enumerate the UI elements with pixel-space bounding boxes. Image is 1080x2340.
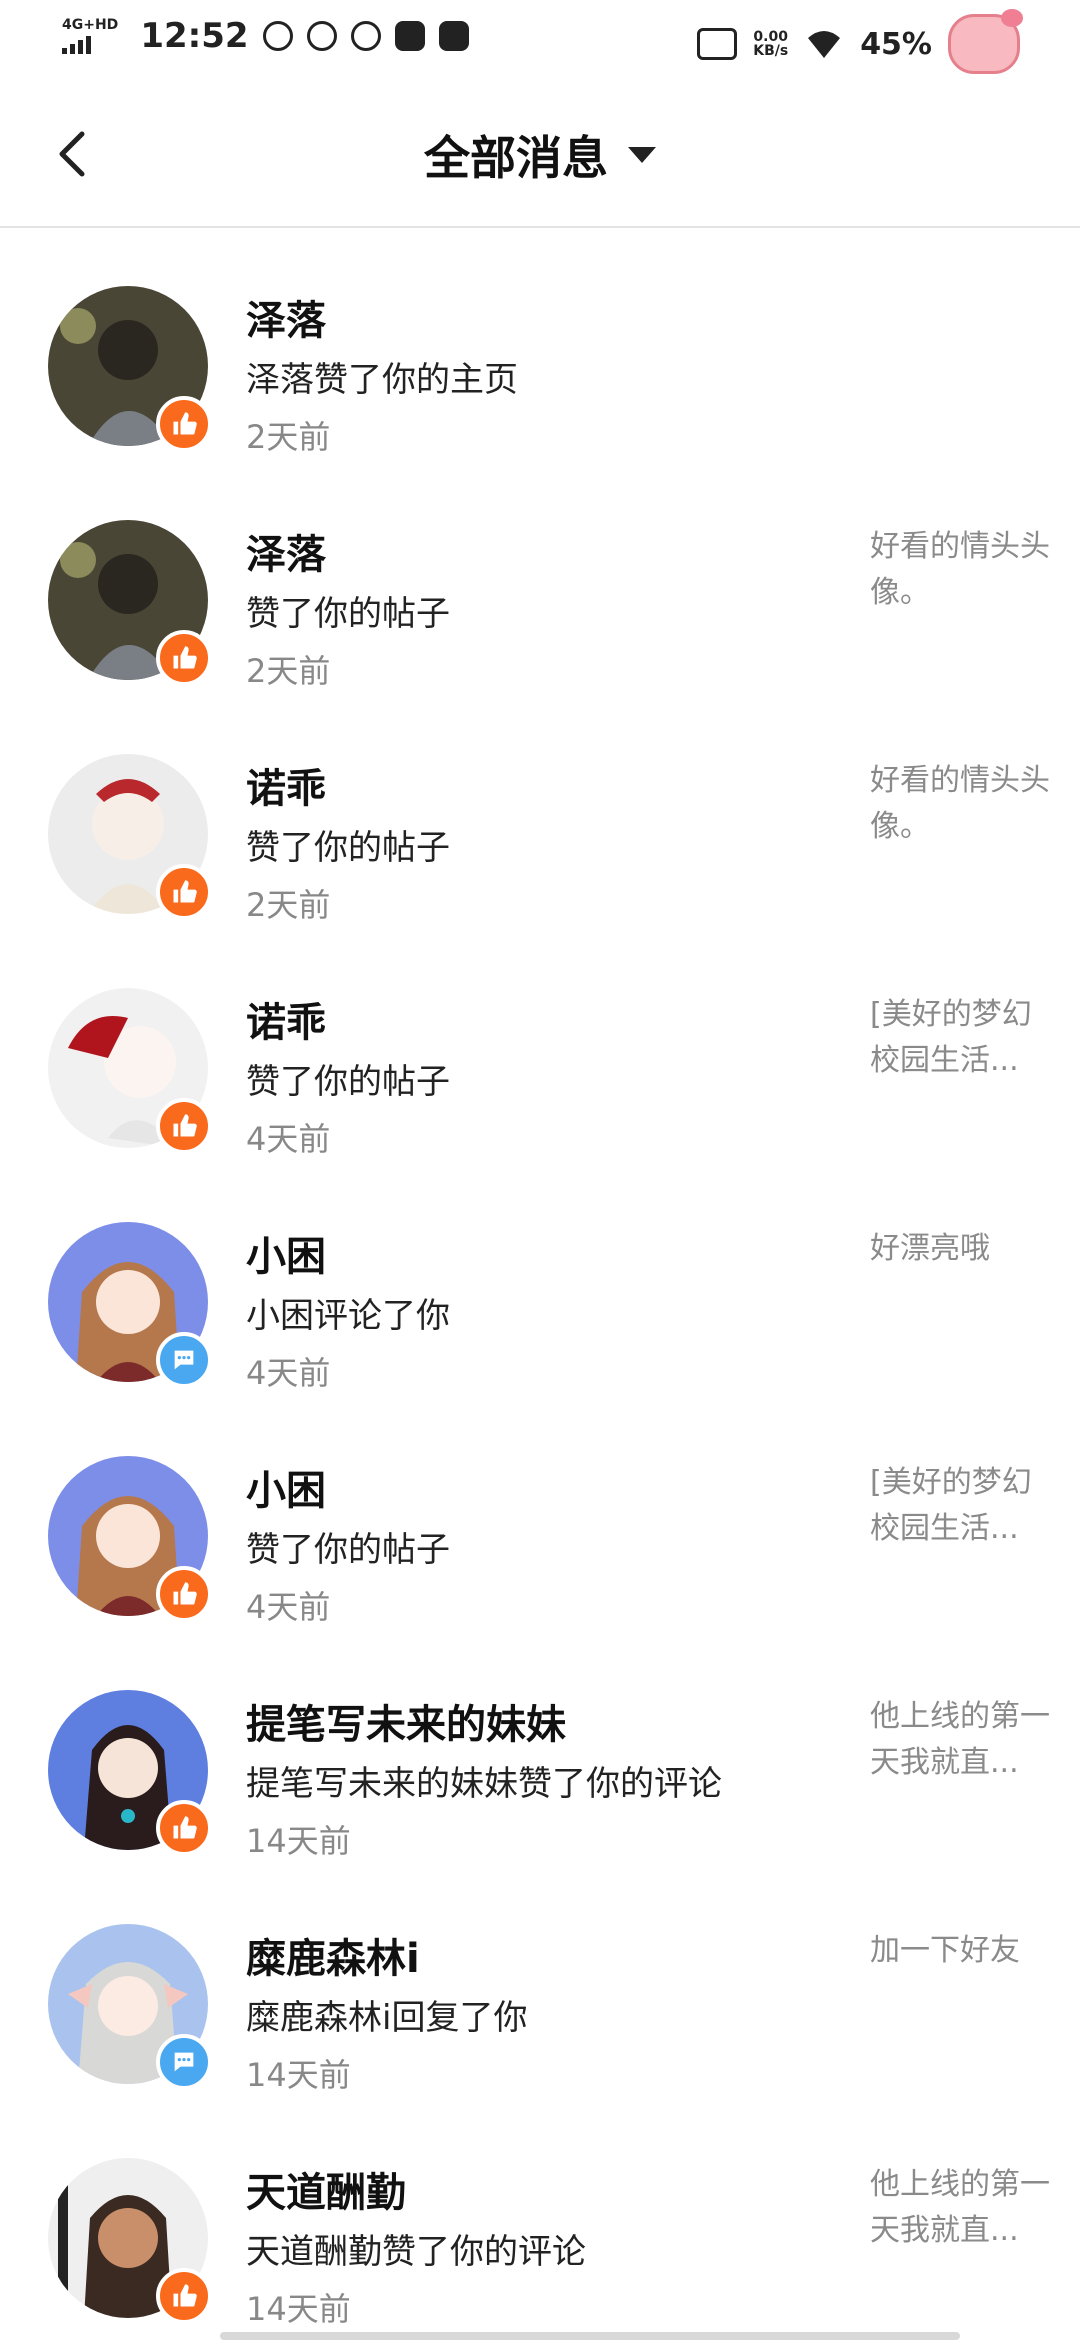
battery-level: 45% [860, 26, 932, 62]
thumbs-up-icon [173, 1582, 197, 1605]
page-title: 全部消息 [424, 131, 608, 185]
message-action: 糜鹿森林i回复了你 [246, 1998, 528, 2038]
message-time: 4天前 [246, 1354, 331, 1392]
speed-unit: KB/s [753, 43, 789, 59]
qq-icon [306, 21, 337, 51]
message-row[interactable]: 诺乖 赞了你的帖子 2天前 好看的情头头像。 [0, 734, 1080, 968]
message-time: 4天前 [246, 1588, 331, 1626]
vibrate-icon [697, 28, 738, 60]
wifi-icon [808, 31, 841, 58]
status-right: 0.00 KB/s 45% [697, 9, 1023, 74]
message-action: 赞了你的帖子 [246, 594, 450, 634]
like-badge [156, 1800, 212, 1856]
message-list[interactable]: 昨天 泽落 泽落赞了你的主页 2天前 泽落 赞了你的帖子 2天前 好看的情头头像… [0, 228, 1080, 2340]
message-action: 提笔写未来的妹妹赞了你的评论 [246, 1764, 722, 1804]
avatar[interactable] [48, 988, 212, 1154]
message-row[interactable]: 小困 小困评论了你 4天前 好漂亮哦 [0, 1202, 1080, 1436]
mail-icon [438, 21, 469, 51]
message-row[interactable]: 糜鹿森林i 糜鹿森林i回复了你 14天前 加一下好友 [0, 1904, 1080, 2138]
avatar[interactable] [48, 1924, 212, 2090]
message-row[interactable]: 小困 赞了你的帖子 4天前 [美好的梦幻校园生活... [0, 1436, 1080, 1670]
post-preview[interactable]: 好看的情头头像。 [870, 758, 1050, 850]
post-preview[interactable]: 好看的情头头像。 [870, 524, 1050, 616]
like-badge [156, 2268, 212, 2324]
sender-name[interactable]: 天道酬勤 [246, 2160, 406, 2218]
sender-name[interactable]: 小困 [246, 1458, 326, 1516]
like-badge [156, 630, 212, 686]
sender-name[interactable]: 泽落 [246, 288, 326, 346]
mail-icon [394, 21, 425, 51]
avatar[interactable] [48, 754, 212, 920]
post-preview[interactable]: 加一下好友 [870, 1928, 1050, 1974]
comment-icon [174, 2052, 194, 2072]
thumbs-up-icon [173, 880, 197, 903]
hello-kitty-battery-icon [948, 9, 1023, 74]
message-row[interactable]: 天道酬勤 天道酬勤赞了你的评论 14天前 他上线的第一天我就直... [0, 2138, 1080, 2340]
network-speed: 0.00 KB/s [753, 30, 788, 58]
message-row[interactable]: 诺乖 赞了你的帖子 4天前 [美好的梦幻校园生活... [0, 968, 1080, 1202]
sender-name[interactable]: 提笔写未来的妹妹 [246, 1692, 566, 1750]
message-time: 14天前 [246, 1822, 351, 1860]
sender-name[interactable]: 泽落 [246, 522, 326, 580]
like-badge [156, 864, 212, 920]
message-time: 4天前 [246, 1120, 331, 1158]
post-preview[interactable]: 他上线的第一天我就直... [870, 2162, 1050, 2254]
message-time: 2天前 [246, 418, 331, 456]
message-action: 天道酬勤赞了你的评论 [246, 2232, 586, 2272]
notification-icon [262, 21, 293, 51]
wechat-icon [350, 21, 381, 51]
post-preview[interactable]: [美好的梦幻校园生活... [870, 1460, 1050, 1552]
status-bar: 4G+HD 12:52 0.00 KB/s 45% [0, 0, 1080, 84]
comment-badge [156, 2034, 212, 2090]
comment-icon [174, 1350, 194, 1370]
title-dropdown[interactable]: 全部消息 [0, 122, 1080, 188]
signal-icon [62, 36, 118, 54]
like-badge [156, 396, 212, 452]
network-indicator: 4G+HD [62, 18, 118, 54]
sender-name[interactable]: 诺乖 [246, 756, 326, 814]
thumbs-up-icon [173, 412, 197, 435]
message-row[interactable]: 泽落 泽落赞了你的主页 2天前 [0, 266, 1080, 500]
sender-name[interactable]: 糜鹿森林i [246, 1926, 420, 1984]
post-preview[interactable]: 好漂亮哦 [870, 1226, 1050, 1272]
message-row[interactable]: 提笔写未来的妹妹 提笔写未来的妹妹赞了你的评论 14天前 他上线的第一天我就直.… [0, 1670, 1080, 1904]
post-preview[interactable]: 他上线的第一天我就直... [870, 1694, 1050, 1786]
network-type: 4G+HD [62, 17, 119, 33]
message-action: 赞了你的帖子 [246, 828, 450, 868]
clock: 12:52 [140, 16, 249, 56]
message-time: 2天前 [246, 652, 331, 690]
message-action: 赞了你的帖子 [246, 1530, 450, 1570]
page-header: 全部消息 [0, 84, 1080, 228]
message-time: 14天前 [246, 2290, 351, 2328]
post-preview[interactable]: [美好的梦幻校园生活... [870, 992, 1050, 1084]
sender-name[interactable]: 小困 [246, 1224, 326, 1282]
status-left: 4G+HD 12:52 [62, 16, 469, 56]
avatar[interactable] [48, 2158, 212, 2324]
message-time: 2天前 [246, 886, 331, 924]
caret-down-icon [628, 147, 656, 163]
avatar[interactable] [48, 1456, 212, 1622]
message-action: 小困评论了你 [246, 1296, 450, 1336]
message-row[interactable]: 泽落 赞了你的帖子 2天前 好看的情头头像。 [0, 500, 1080, 734]
scroll-indicator [220, 2332, 960, 2340]
thumbs-up-icon [173, 2284, 197, 2307]
like-badge [156, 1566, 212, 1622]
thumbs-up-icon [173, 646, 197, 669]
message-action: 泽落赞了你的主页 [246, 360, 518, 400]
avatar[interactable] [48, 520, 212, 686]
speed-value: 0.00 [753, 29, 788, 45]
avatar[interactable] [48, 1222, 212, 1388]
avatar[interactable] [48, 1690, 212, 1856]
message-row[interactable]: 昨天 [0, 228, 1080, 266]
comment-badge [156, 1332, 212, 1388]
sender-name[interactable]: 诺乖 [246, 990, 326, 1048]
like-badge [156, 1098, 212, 1154]
message-time: 14天前 [246, 2056, 351, 2094]
avatar[interactable] [48, 286, 212, 452]
message-action: 赞了你的帖子 [246, 1062, 450, 1102]
thumbs-up-icon [173, 1816, 197, 1839]
thumbs-up-icon [173, 1114, 197, 1137]
